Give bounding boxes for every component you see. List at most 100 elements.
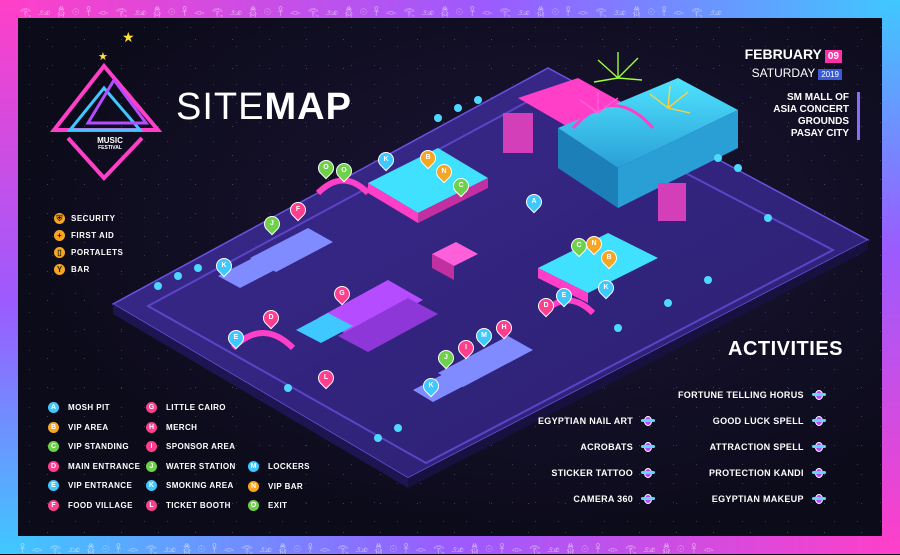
- svg-text:★: ★: [98, 50, 108, 63]
- scarab-icon: [641, 466, 656, 480]
- legend-marker: H: [146, 421, 157, 433]
- map-pin-code: E: [561, 292, 567, 299]
- map-pin-code: O: [341, 167, 347, 174]
- legend-item: M LOCKERS: [248, 457, 310, 477]
- map-pin-code: A: [531, 198, 537, 205]
- activities-title: ACTIVITIES: [728, 338, 844, 360]
- activity-label: PROTECTION KANDI: [708, 468, 804, 478]
- facility-legend: ⛨ SECURITY + FIRST AID ▯ PORTALETS Y BAR: [54, 210, 123, 278]
- legend-label: EXIT: [268, 501, 288, 511]
- legend-label: VIP STANDING: [68, 442, 129, 452]
- hieroglyph-pattern-top: 𓂀 𓃭 𓆣 𓇳 𓋹 𓁹 𓂀 𓃭 𓆣 𓇳 𓋹 𓁹 𓂀 𓃭 𓆣 𓇳 𓋹 𓁹 𓂀 𓃭 …: [20, 8, 724, 18]
- map-pin-code: F: [295, 206, 301, 213]
- map-pin-code: I: [465, 344, 467, 351]
- legend-label: SMOKING AREA: [166, 481, 234, 491]
- svg-text:★: ★: [122, 30, 135, 46]
- legend-item: J WATER STATION: [146, 457, 236, 477]
- area-legend-column-3: M LOCKERS N VIP BAR O EXIT: [248, 457, 310, 516]
- legend-marker: I: [146, 441, 157, 453]
- scarab-icon: [811, 414, 826, 428]
- map-pin-code: K: [383, 156, 389, 163]
- map-pin-code: K: [428, 382, 434, 389]
- legend-item: F FOOD VILLAGE: [48, 496, 140, 516]
- map-canvas: ★ ★ MUSIC FESTIVAL SITEMAP FEBRUARY 09 SA…: [18, 18, 882, 536]
- map-pin-code: G: [339, 290, 345, 297]
- legend-label: MOSH PIT: [68, 403, 110, 413]
- legend-item: C VIP STANDING: [48, 437, 140, 457]
- legend-label: LITTLE CAIRO: [166, 403, 226, 413]
- activity-item: FORTUNE TELLING HORUS: [678, 382, 826, 408]
- date-day: 09: [824, 50, 842, 63]
- legend-marker: G: [146, 402, 157, 414]
- legend-item: G LITTLE CAIRO: [146, 398, 236, 418]
- legend-marker: L: [146, 499, 157, 511]
- activity-item: ATTRACTION SPELL: [678, 434, 826, 460]
- map-pin-code: L: [323, 374, 329, 381]
- legend-label: VIP BAR: [268, 481, 304, 491]
- venue-address: SM MALL OF ASIA CONCERT GROUNDS PASAY CI…: [773, 92, 860, 140]
- map-pin-code: N: [591, 240, 597, 247]
- hieroglyph-pattern-bottom: 𓋹 𓁹 𓂀 𓃭 𓆣 𓇳 𓋹 𓁹 𓂀 𓃭 𓆣 𓇳 𓋹 𓁹 𓂀 𓃭 𓆣 𓇳 𓋹 𓁹 …: [20, 545, 717, 555]
- legend-label: LOCKERS: [268, 462, 310, 472]
- map-pin-code: H: [501, 324, 507, 331]
- activity-item: STICKER TATTOO: [538, 460, 656, 486]
- legend-marker: O: [248, 500, 259, 512]
- facility-security: ⛨ SECURITY: [54, 210, 123, 227]
- legend-marker: A: [48, 402, 59, 414]
- scarab-icon: [811, 440, 826, 454]
- scarab-icon: [811, 388, 826, 402]
- legend-label: MAIN ENTRANCE: [68, 461, 141, 471]
- legend-label: VIP ENTRANCE: [68, 481, 133, 491]
- activity-item: PROTECTION KANDI: [678, 460, 826, 486]
- map-pin-code: B: [606, 254, 612, 261]
- legend-label: WATER STATION: [166, 461, 236, 471]
- activity-item: ACROBATS: [538, 434, 656, 460]
- title-map: MAP: [264, 86, 352, 128]
- scarab-icon: [811, 466, 826, 480]
- legend-marker: D: [48, 460, 59, 472]
- toilet-icon: ▯: [54, 247, 65, 258]
- map-pin-code: J: [270, 220, 274, 227]
- legend-item: O EXIT: [248, 496, 310, 516]
- shield-icon: ⛨: [54, 213, 65, 224]
- legend-item: B VIP AREA: [48, 418, 140, 438]
- legend-item: K SMOKING AREA: [146, 476, 236, 496]
- legend-label: FOOD VILLAGE: [68, 500, 133, 510]
- legend-marker: B: [48, 421, 59, 433]
- logo-music: MUSIC: [97, 136, 123, 145]
- venue-line-3: GROUNDS: [797, 116, 849, 127]
- plus-icon: +: [54, 230, 65, 241]
- date-year: 2019: [818, 69, 842, 80]
- area-legend-column-2: G LITTLE CAIRO H MERCH I SPONSOR AREA J WATER S…: [146, 398, 236, 515]
- legend-marker: K: [146, 480, 157, 492]
- activity-item: GOOD LUCK SPELL: [678, 408, 826, 434]
- area-legend-column-1: A MOSH PIT B VIP AREA C VIP STANDING D MAIN ENT…: [48, 398, 140, 515]
- map-pin-code: O: [323, 164, 329, 171]
- legend-item: H MERCH: [146, 418, 236, 438]
- festival-logo-graphic: ★ ★: [49, 30, 163, 181]
- legend-item: D MAIN ENTRANCE: [48, 457, 140, 477]
- logo-festival: FESTIVAL: [98, 145, 122, 151]
- map-pin-code: K: [221, 262, 227, 269]
- legend-item: N VIP BAR: [248, 477, 310, 497]
- venue-line-4: PASAY CITY: [790, 128, 849, 139]
- legend-label: SPONSOR AREA: [166, 442, 236, 452]
- legend-label: MERCH: [166, 422, 198, 432]
- activities-column-left: EGYPTIAN NAIL ART ACROBATS STICKER TATTOO C…: [538, 408, 656, 512]
- activity-label: EGYPTIAN MAKEUP: [711, 494, 804, 504]
- activity-item: EGYPTIAN MAKEUP: [678, 486, 826, 512]
- activity-label: GOOD LUCK SPELL: [712, 416, 804, 426]
- scarab-icon: [641, 492, 656, 506]
- activity-label: EGYPTIAN NAIL ART: [538, 416, 634, 426]
- legend-marker: F: [48, 499, 59, 511]
- activity-item: CAMERA 360: [538, 486, 656, 512]
- activity-label: FORTUNE TELLING HORUS: [678, 390, 804, 400]
- map-pin-code: K: [603, 284, 609, 291]
- date-month: FEBRUARY: [744, 46, 822, 62]
- frame-left-border: [0, 0, 18, 554]
- activities-column-right: FORTUNE TELLING HORUS GOOD LUCK SPELL ATTR…: [678, 382, 826, 512]
- map-pin-code: D: [268, 314, 274, 321]
- page-title: SITEMAP: [176, 88, 352, 126]
- legend-marker: M: [248, 461, 259, 473]
- venue-line-1: SM MALL OF: [786, 92, 849, 103]
